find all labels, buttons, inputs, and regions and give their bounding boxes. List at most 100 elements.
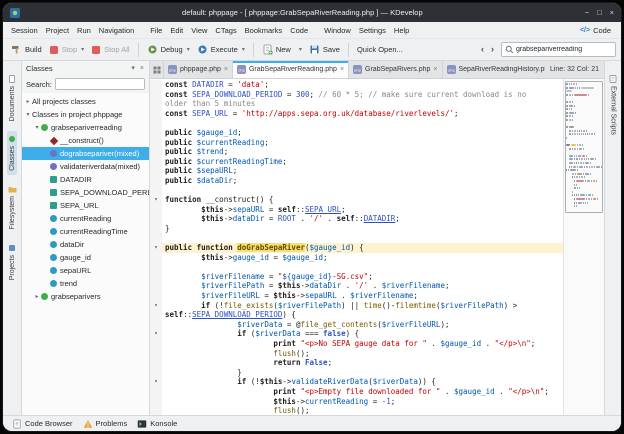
tree-item-validateriverdata-mixed-[interactable]: validateriverdata(mixed) [22, 160, 149, 173]
code-line[interactable] [150, 234, 563, 244]
tab-close-icon[interactable]: × [433, 66, 437, 73]
editor-tab-phppage-php[interactable]: phpphppage.php× [164, 61, 233, 78]
menu-view[interactable]: View [187, 24, 211, 37]
fold-marker-icon[interactable]: ▾ [150, 329, 162, 339]
search-input[interactable] [516, 46, 612, 53]
code-browser-toggle[interactable]: Code Browser [8, 418, 77, 430]
code-line[interactable]: public $dataDir; [150, 176, 563, 186]
execute-dropdown-icon[interactable]: ▾ [242, 46, 245, 53]
tree-item-currentreading[interactable]: currentReading [22, 212, 149, 225]
tree-item--construct-[interactable]: __construct() [22, 134, 149, 147]
code-line[interactable]: const DATADIR = 'data'; [150, 80, 563, 90]
execute-button[interactable]: Execute ▾ [194, 42, 248, 57]
menu-session[interactable]: Session [7, 24, 42, 37]
code-line[interactable] [150, 118, 563, 128]
fold-marker-icon[interactable]: ▾ [150, 301, 162, 311]
stop-dropdown-icon[interactable]: ▾ [81, 46, 84, 53]
code-line[interactable]: public $currentReadingTime; [150, 157, 563, 167]
code-line[interactable]: $this->sepaURL = self::SEPA_URL; [150, 205, 563, 215]
expand-arrow-icon[interactable]: ▸ [33, 293, 41, 300]
collapse-arrow-icon[interactable]: ▾ [33, 124, 41, 131]
expand-arrow-icon[interactable]: ▸ [24, 98, 32, 105]
code-line[interactable]: const SEPA_DOWNLOAD_PERIOD = 300; // 60 … [150, 90, 563, 100]
menu-code[interactable]: Code [286, 24, 312, 37]
dock-tab-filesystem[interactable]: Filesystem [7, 181, 18, 233]
editor-tab-separiverreadinghistory-php[interactable]: phpSepaRiverReadingHistory.php× [443, 61, 545, 78]
tree-item-grabseparivers[interactable]: ▸grabseparivers [22, 290, 149, 303]
code-line[interactable]: ▾ if (!file_exists($riverFilePath) || ti… [150, 301, 563, 311]
build-button[interactable]: Build [8, 42, 45, 57]
code-line[interactable]: public $currentReading; [150, 138, 563, 148]
menu-run[interactable]: Run [73, 24, 95, 37]
fold-marker-icon[interactable]: ▾ [150, 243, 162, 253]
menu-project[interactable]: Project [42, 24, 73, 37]
dock-tab-documents[interactable]: Documents [7, 71, 17, 125]
menu-ctags[interactable]: CTags [211, 24, 240, 37]
dock-tab-external-scripts[interactable]: External Scripts [608, 71, 618, 139]
tree-item-datadir[interactable]: DATADIR [22, 173, 149, 186]
editor-tab-grabsepariverreading-php[interactable]: phpGrabSepaRiverReading.php× [233, 61, 349, 78]
close-button[interactable]: × [610, 9, 614, 17]
code-line[interactable] [150, 262, 563, 272]
tree-item-all-projects-classes[interactable]: ▸All projects classes [22, 95, 149, 108]
quick-open-button[interactable]: Quick Open... [354, 43, 406, 56]
tree-item-datadir[interactable]: dataDir [22, 238, 149, 251]
navigate-back-button[interactable]: ‹ [478, 43, 487, 56]
tree-item-sepa-url[interactable]: SEPA_URL [22, 199, 149, 212]
debug-dropdown-icon[interactable]: ▾ [187, 46, 190, 53]
tree-item-sepaurl[interactable]: sepaURL [22, 264, 149, 277]
code-line[interactable]: self::SEPA_DOWNLOAD_PERIOD) { [150, 310, 563, 320]
code-line[interactable]: flush(); [150, 349, 563, 359]
code-line[interactable]: flush(); [150, 406, 563, 415]
code-line[interactable]: $riverFileURL = $this->sepaURL . $riverF… [150, 291, 563, 301]
code-line[interactable]: $riverData = @file_get_contents($riverFi… [150, 320, 563, 330]
code-line[interactable]: print "<p>No SEPA gauge data for " . $ga… [150, 339, 563, 349]
collapse-arrow-icon[interactable]: ▾ [24, 111, 32, 118]
tree-item-grabsepariverreading[interactable]: ▾grabsepariverreading [22, 121, 149, 134]
tab-close-icon[interactable]: × [340, 66, 344, 73]
code-line[interactable]: ▾ if ($riverData === false) { [150, 329, 563, 339]
code-line[interactable]: print "<p>Empty file downloaded for " . … [150, 387, 563, 397]
fold-marker-icon[interactable]: ▾ [150, 195, 162, 205]
tree-item-sepa-download-period[interactable]: SEPA_DOWNLOAD_PERIOD [22, 186, 149, 199]
minimap-scrollbar[interactable] [563, 79, 604, 415]
open-dropdown-button[interactable]: ▾ [295, 44, 305, 55]
fold-marker-icon[interactable]: ▾ [150, 377, 162, 387]
debug-button[interactable]: Debug ▾ [144, 42, 193, 57]
tree-item-dograbsepariver-mixed-[interactable]: dograbsepariver(mixed) [22, 147, 149, 160]
save-button[interactable]: Save [306, 42, 343, 57]
code-line[interactable] [150, 186, 563, 196]
area-switcher-code[interactable]: </> Code [574, 25, 617, 36]
tree-item-currentreadingtime[interactable]: currentReadingTime [22, 225, 149, 238]
stop-all-button[interactable]: Stop All [88, 43, 132, 57]
quick-open-search[interactable] [501, 42, 616, 57]
code-line[interactable]: public $gauge_id; [150, 128, 563, 138]
code-line[interactable]: ▾ if (!$this->validateRiverData($riverDa… [150, 377, 563, 387]
menu-navigation[interactable]: Navigation [95, 24, 138, 37]
menu-window[interactable]: Window [320, 24, 355, 37]
menu-file[interactable]: File [146, 24, 166, 37]
dock-tab-classes[interactable]: Classes [7, 131, 17, 175]
titlebar[interactable]: default: phppage - [ phppage:GrabSepaRiv… [3, 3, 621, 22]
code-line[interactable]: } [150, 224, 563, 234]
menu-settings[interactable]: Settings [355, 24, 390, 37]
panel-options-icon[interactable]: ▾ [130, 64, 136, 73]
code-line[interactable]: $riverFilePath = $this->dataDir . '/' . … [150, 281, 563, 291]
code-line[interactable]: $riverFilename = "${gauge_id}-SG.csv"; [150, 272, 563, 282]
editor-tab-grabseparivers-php[interactable]: phpGrabSepaRivers.php× [349, 61, 442, 78]
menu-bookmarks[interactable]: Bookmarks [241, 24, 287, 37]
tree-item-gauge-id[interactable]: gauge_id [22, 251, 149, 264]
code-line[interactable]: } [150, 368, 563, 378]
code-line[interactable]: const SEPA_URL = 'http://apps.sepa.org.u… [150, 109, 563, 119]
code-line[interactable]: ▾function __construct() { [150, 195, 563, 205]
maximize-button[interactable]: □ [597, 9, 602, 17]
tree-item-classes-in-project-phppage[interactable]: ▾Classes in project phppage [22, 108, 149, 121]
code-line[interactable]: older than 5 minutes [150, 99, 563, 109]
menu-help[interactable]: Help [390, 24, 413, 37]
konsole-toggle[interactable]: Konsole [133, 418, 181, 430]
new-button[interactable]: New [259, 42, 294, 57]
minimize-button[interactable]: − [585, 9, 589, 17]
menu-edit[interactable]: Edit [166, 24, 187, 37]
code-line[interactable]: return False; [150, 358, 563, 368]
document-switcher-button[interactable] [150, 61, 164, 78]
